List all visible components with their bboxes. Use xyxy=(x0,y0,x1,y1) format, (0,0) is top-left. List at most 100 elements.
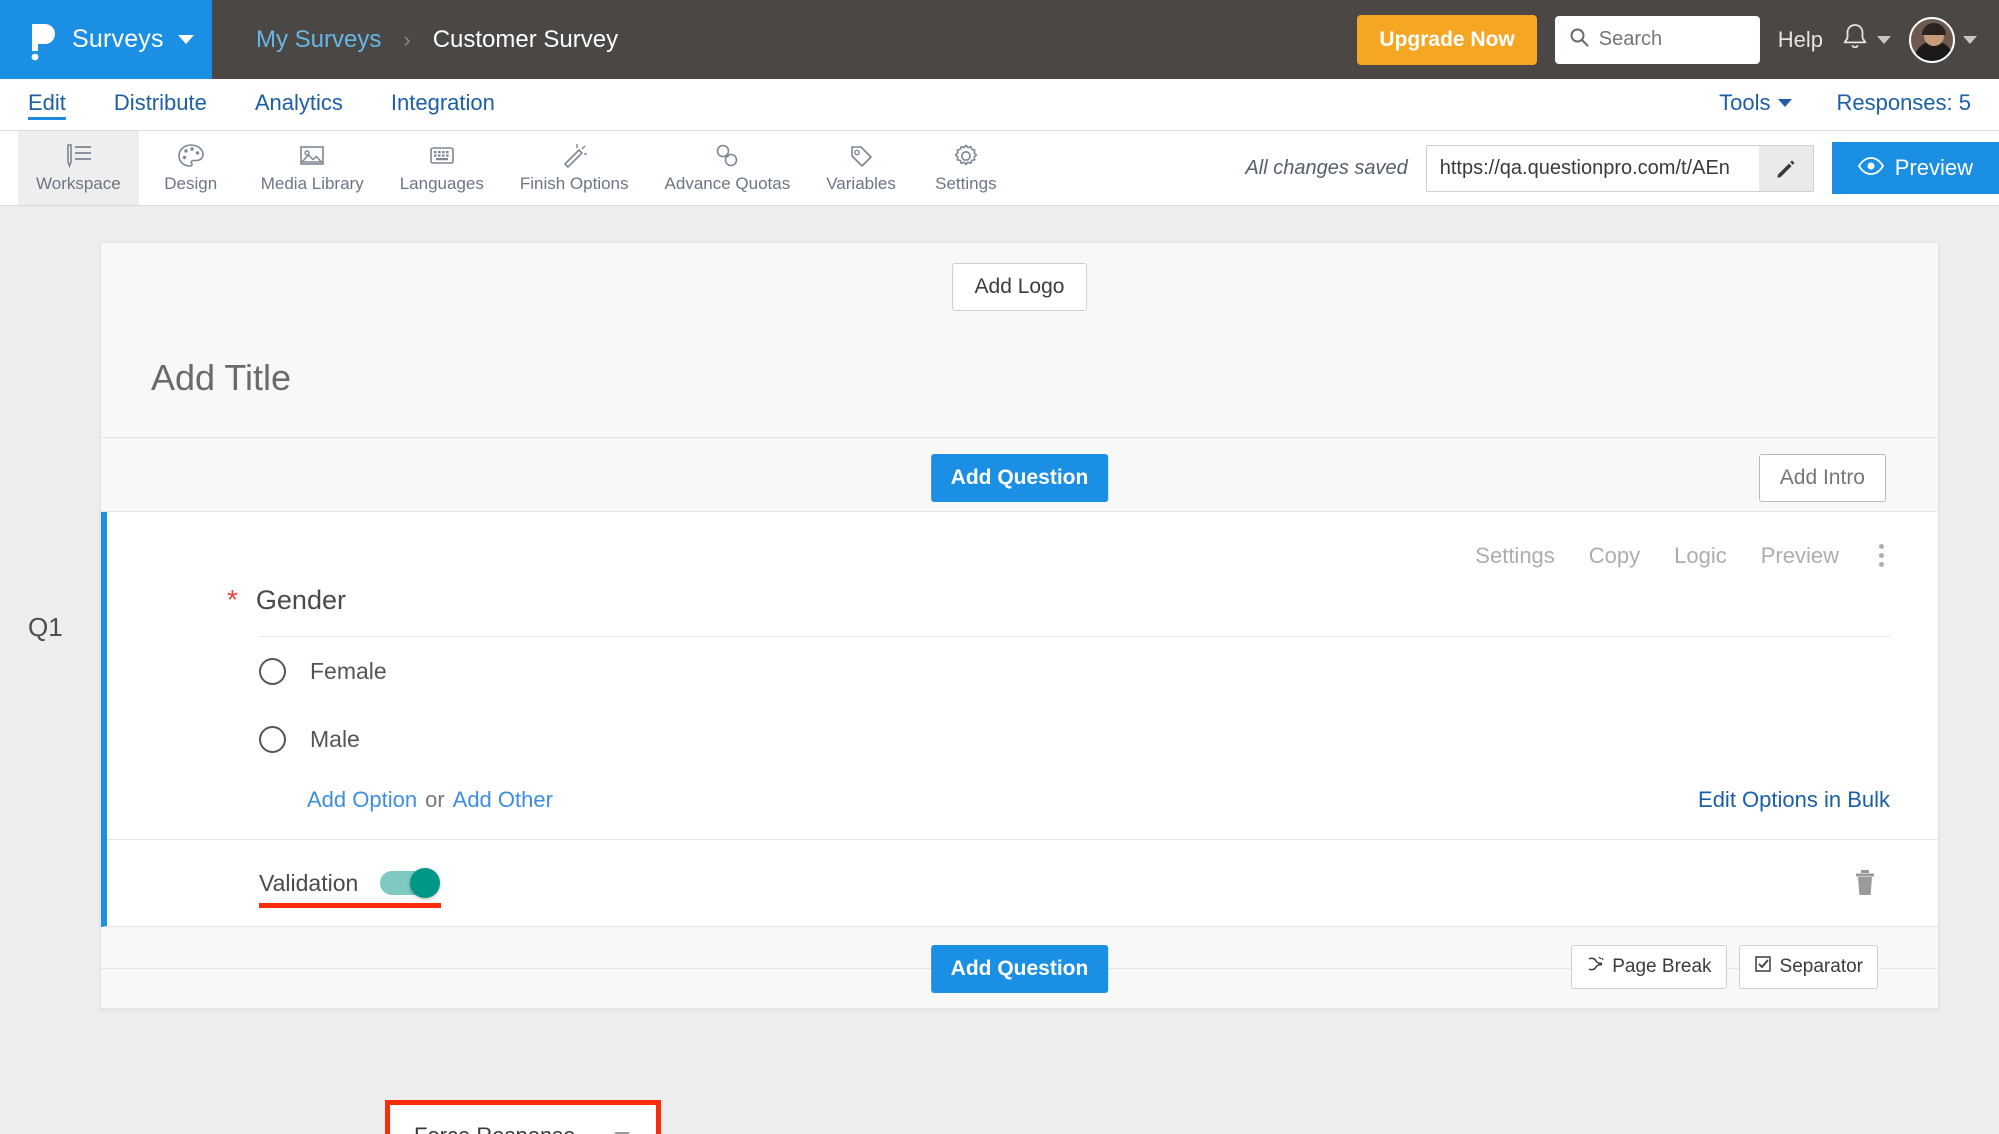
upgrade-now-button[interactable]: Upgrade Now xyxy=(1357,14,1537,65)
pencil-icon[interactable] xyxy=(1758,145,1813,191)
toolbar-label: Workspace xyxy=(36,174,121,193)
question-copy-link[interactable]: Copy xyxy=(1589,543,1640,569)
brand-label: Surveys xyxy=(72,25,164,53)
survey-url-text: https://qa.questionpro.com/t/AEn xyxy=(1439,156,1730,179)
workspace-icon xyxy=(63,142,93,170)
chevron-down-icon[interactable] xyxy=(177,35,194,44)
option-label[interactable]: Male xyxy=(310,726,360,753)
questionpro-logo-icon xyxy=(26,20,58,60)
magic-wand-icon xyxy=(559,142,589,170)
toolbar-item-settings[interactable]: Settings xyxy=(914,131,1018,205)
chevron-down-icon[interactable] xyxy=(1778,99,1793,107)
eye-icon xyxy=(1857,155,1884,181)
tab-distribute[interactable]: Distribute xyxy=(114,90,207,119)
dropdown-selected-value[interactable]: Force Response xyxy=(400,1111,644,1134)
toolbar-item-languages[interactable]: Languages xyxy=(382,131,502,205)
separator-button[interactable]: Separator xyxy=(1738,945,1878,989)
survey-url-field[interactable]: https://qa.questionpro.com/t/AEn xyxy=(1425,144,1814,192)
top-header: Surveys My Surveys › Customer Survey Upg… xyxy=(0,0,1999,79)
brand-block[interactable]: Surveys xyxy=(0,0,212,79)
avatar[interactable] xyxy=(1909,16,1955,63)
account-menu[interactable] xyxy=(1909,16,1977,63)
breadcrumb-separator-icon: › xyxy=(403,26,411,52)
palette-icon xyxy=(176,142,206,170)
toolbar-label: Languages xyxy=(399,174,484,193)
validation-type-dropdown: Force Response Force Response Request Re… xyxy=(385,1100,661,1134)
main-nav: Edit Distribute Analytics Integration To… xyxy=(0,79,1999,131)
validation-row: Validation xyxy=(107,840,1938,926)
validation-label: Validation xyxy=(259,869,359,896)
chevron-down-icon[interactable] xyxy=(1877,35,1891,44)
tab-integration[interactable]: Integration xyxy=(391,90,495,119)
question-title[interactable]: Gender xyxy=(256,585,346,616)
tab-analytics[interactable]: Analytics xyxy=(255,90,343,119)
link-chain-icon xyxy=(712,142,742,170)
toolbar-right-group: All changes saved https://qa.questionpro… xyxy=(1245,131,1999,205)
search-input[interactable] xyxy=(1598,28,1746,51)
trash-icon[interactable] xyxy=(1852,868,1878,898)
radio-male[interactable] xyxy=(259,725,286,753)
bottom-action-bar: Add Question Page Break Separator xyxy=(101,927,1938,1009)
preview-label: Preview xyxy=(1894,155,1973,180)
nav-right-group: Tools Responses: 5 xyxy=(1719,90,1971,119)
save-status: All changes saved xyxy=(1245,156,1408,179)
breadcrumb-my-surveys[interactable]: My Surveys xyxy=(256,26,381,54)
tab-edit[interactable]: Edit xyxy=(28,90,66,119)
tag-icon xyxy=(846,142,876,170)
add-question-button-top[interactable]: Add Question xyxy=(930,454,1109,502)
tools-menu[interactable]: Tools xyxy=(1719,90,1793,119)
dropdown-selected-label: Force Response xyxy=(414,1123,575,1134)
toolbar-label: Advance Quotas xyxy=(664,174,791,193)
question-card: Settings Copy Logic Preview * Gender Fem… xyxy=(101,512,1938,927)
option-row-female: Female xyxy=(107,637,1938,705)
radio-female[interactable] xyxy=(259,657,286,685)
toolbar-label: Media Library xyxy=(260,174,364,193)
page-break-button[interactable]: Page Break xyxy=(1571,945,1727,989)
insert-chip-group: Page Break Separator xyxy=(1571,945,1878,989)
separator-label: Separator xyxy=(1779,956,1863,977)
add-question-row-top: Add Question Add Intro xyxy=(101,438,1938,512)
image-icon xyxy=(297,142,327,170)
toolbar-label: Settings xyxy=(935,174,997,193)
question-title-row: * Gender xyxy=(107,569,1938,616)
add-option-link[interactable]: Add Option xyxy=(307,787,417,813)
toolbar-item-workspace[interactable]: Workspace xyxy=(18,131,139,205)
add-option-row: Add Option or Add Other Edit Options in … xyxy=(107,773,1938,839)
preview-button[interactable]: Preview xyxy=(1831,142,1999,194)
help-link[interactable]: Help xyxy=(1778,27,1823,53)
breadcrumb: My Surveys › Customer Survey xyxy=(212,0,618,79)
toolbar-item-variables[interactable]: Variables xyxy=(808,131,914,205)
question-preview-link[interactable]: Preview xyxy=(1761,543,1839,569)
survey-canvas: Add Logo Add Title Add Question Add Intr… xyxy=(0,206,1999,1134)
validation-toggle[interactable] xyxy=(380,868,441,898)
page-break-icon xyxy=(1586,955,1604,979)
sheet-header: Add Logo Add Title xyxy=(101,243,1938,438)
add-other-link[interactable]: Add Other xyxy=(453,787,553,813)
survey-sheet: Add Logo Add Title Add Question Add Intr… xyxy=(28,242,1939,1010)
toolbar-item-media-library[interactable]: Media Library xyxy=(243,131,382,205)
chevron-down-icon[interactable] xyxy=(1963,35,1977,44)
responses-count[interactable]: Responses: 5 xyxy=(1836,90,1971,119)
keyboard-icon xyxy=(427,142,457,170)
option-row-male: Male xyxy=(107,705,1938,773)
validation-highlight-underline xyxy=(259,903,441,908)
checkbox-checked-icon xyxy=(1754,955,1772,979)
toolbar-label: Finish Options xyxy=(519,174,629,193)
search-box[interactable] xyxy=(1554,15,1760,64)
toolbar-item-design[interactable]: Design xyxy=(139,131,243,205)
add-logo-button[interactable]: Add Logo xyxy=(951,263,1088,311)
edit-options-in-bulk-link[interactable]: Edit Options in Bulk xyxy=(1698,787,1890,813)
gear-icon xyxy=(951,142,981,170)
toolbar-item-advance-quotas[interactable]: Advance Quotas xyxy=(647,131,809,205)
toolbar-item-finish-options[interactable]: Finish Options xyxy=(502,131,647,205)
add-intro-button[interactable]: Add Intro xyxy=(1758,454,1886,502)
question-logic-link[interactable]: Logic xyxy=(1674,543,1727,569)
notifications-menu[interactable] xyxy=(1841,22,1891,57)
question-number: Q1 xyxy=(28,612,63,642)
bell-icon[interactable] xyxy=(1841,22,1869,57)
more-vertical-icon[interactable] xyxy=(1873,542,1890,569)
question-settings-link[interactable]: Settings xyxy=(1475,543,1555,569)
add-question-button-bottom[interactable]: Add Question xyxy=(930,945,1109,993)
option-label[interactable]: Female xyxy=(310,658,387,685)
tools-label: Tools xyxy=(1719,90,1771,115)
